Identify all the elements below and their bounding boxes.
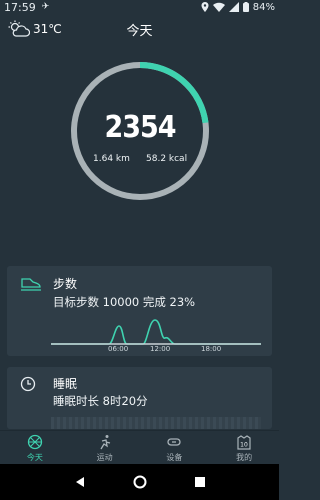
tab-device[interactable]: 设备 xyxy=(140,431,210,464)
tab-today[interactable]: 今天 xyxy=(0,431,70,464)
tab-label: 今天 xyxy=(26,453,43,462)
steps-activity-line xyxy=(51,319,261,345)
tick-label: 12:00 xyxy=(150,345,170,353)
basketball-icon xyxy=(27,434,43,450)
steps-card[interactable]: 步数 目标步数 10000 完成 23% 06:00 12:00 18:00 xyxy=(7,266,272,356)
signal-icon xyxy=(228,2,239,12)
distance-value: 1.64 km xyxy=(93,154,130,164)
notification-icon: ✈︎ xyxy=(41,2,50,12)
page-title: 今天 xyxy=(126,23,153,39)
status-time: 17:59 xyxy=(4,0,36,14)
system-navigation-bar xyxy=(0,464,279,500)
sleep-card[interactable]: 睡眠 睡眠时长 8时20分 xyxy=(7,367,272,429)
shoe-icon xyxy=(21,278,41,291)
location-icon xyxy=(201,2,209,12)
back-icon[interactable] xyxy=(74,476,86,488)
home-icon[interactable] xyxy=(133,475,147,489)
status-right: 84% xyxy=(201,2,275,13)
recents-icon[interactable] xyxy=(194,476,206,488)
band-icon xyxy=(167,438,182,446)
wifi-icon xyxy=(212,2,225,12)
bottom-tab-bar: 今天 运动 设备 10 我的 xyxy=(0,430,279,464)
calories-value: 58.2 kcal xyxy=(146,154,188,164)
battery-icon xyxy=(242,2,249,12)
tab-mine[interactable]: 10 我的 xyxy=(209,431,279,464)
tab-label: 我的 xyxy=(236,453,253,462)
badge-icon: 10 xyxy=(237,435,251,450)
tab-label: 设备 xyxy=(166,453,183,462)
steps-progress-ring[interactable]: 2354 1.64 km 58.2 kcal xyxy=(69,60,211,202)
clock-icon xyxy=(20,376,36,392)
sleep-card-description: 睡眠时长 8时20分 xyxy=(53,394,148,408)
tab-label: 运动 xyxy=(96,453,113,462)
run-icon xyxy=(100,435,110,450)
status-bar: 17:59 ✈︎ 84% xyxy=(0,0,279,14)
sleep-card-title: 睡眠 xyxy=(53,377,78,391)
tick-label: 06:00 xyxy=(108,345,128,353)
tick-label: 18:00 xyxy=(201,345,221,353)
steps-card-title: 步数 xyxy=(53,277,78,291)
sleep-timeline xyxy=(51,417,261,429)
steps-timeline-chart: 06:00 12:00 18:00 xyxy=(51,319,261,353)
step-count: 2354 xyxy=(104,110,176,145)
tab-exercise[interactable]: 运动 xyxy=(70,431,140,464)
badge-number: 10 xyxy=(240,442,248,449)
header: 31℃ 今天 xyxy=(0,16,279,42)
battery-percent: 84% xyxy=(252,1,275,13)
